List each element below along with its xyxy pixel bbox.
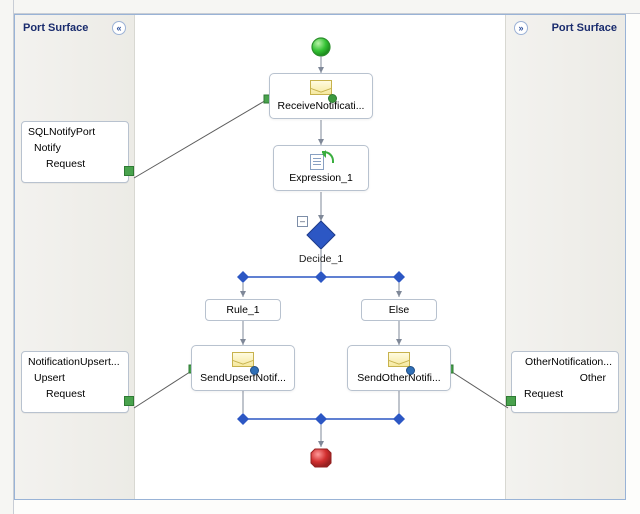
collapse-toggle[interactable]: – — [297, 216, 308, 227]
port-other-notification-name: OtherNotification... — [518, 356, 612, 368]
ruler-left — [0, 0, 14, 514]
port-other-notification[interactable]: OtherNotification... Other Request — [511, 351, 619, 413]
port-surface-right[interactable]: » Port Surface — [505, 15, 625, 499]
decide-label: Decide_1 — [291, 253, 351, 265]
else-shape[interactable]: Else — [361, 299, 437, 321]
receive-shape[interactable]: ReceiveNotificati... — [269, 73, 373, 119]
port-other-notification-operation: Other — [518, 372, 606, 384]
expression-label: Expression_1 — [289, 172, 353, 184]
port-surface-right-title: Port Surface — [552, 22, 617, 34]
port-other-notification-message: Request — [524, 388, 612, 400]
envelope-send-icon — [232, 352, 254, 370]
collapse-right-icon[interactable]: » — [514, 21, 528, 35]
port-notification-upsert[interactable]: NotificationUpsert... Upsert Request — [21, 351, 129, 413]
send-other-shape[interactable]: SendOtherNotifi... — [347, 345, 451, 391]
port-sql-notify-operation: Notify — [34, 142, 122, 154]
port-surface-left-title: Port Surface — [23, 22, 88, 34]
port-surface-left-header: Port Surface « — [15, 15, 134, 41]
expression-icon — [310, 152, 332, 170]
port-anchor-icon[interactable] — [506, 396, 516, 406]
port-anchor-icon[interactable] — [124, 396, 134, 406]
expression-shape[interactable]: Expression_1 — [273, 145, 369, 191]
ruler-top — [0, 0, 640, 14]
send-upsert-shape[interactable]: SendUpsertNotif... — [191, 345, 295, 391]
port-sql-notify[interactable]: SQLNotifyPort Notify Request — [21, 121, 129, 183]
rule-shape[interactable]: Rule_1 — [205, 299, 281, 321]
envelope-receive-icon — [310, 80, 332, 98]
port-surface-right-header: » Port Surface — [506, 15, 625, 41]
port-notification-upsert-message: Request — [46, 388, 122, 400]
port-sql-notify-name: SQLNotifyPort — [28, 126, 122, 138]
port-surface-left[interactable]: Port Surface « — [15, 15, 135, 499]
design-canvas[interactable]: Port Surface « » Port Surface SQLNotifyP… — [14, 14, 626, 500]
send-other-label: SendOtherNotifi... — [357, 372, 440, 384]
port-notification-upsert-operation: Upsert — [34, 372, 122, 384]
envelope-send-icon — [388, 352, 410, 370]
rule-label: Rule_1 — [226, 304, 259, 316]
receive-label: ReceiveNotificati... — [278, 100, 365, 112]
port-notification-upsert-name: NotificationUpsert... — [28, 356, 122, 368]
send-upsert-label: SendUpsertNotif... — [200, 372, 286, 384]
port-anchor-icon[interactable] — [124, 166, 134, 176]
port-sql-notify-message: Request — [46, 158, 122, 170]
else-label: Else — [389, 304, 409, 316]
collapse-left-icon[interactable]: « — [112, 21, 126, 35]
